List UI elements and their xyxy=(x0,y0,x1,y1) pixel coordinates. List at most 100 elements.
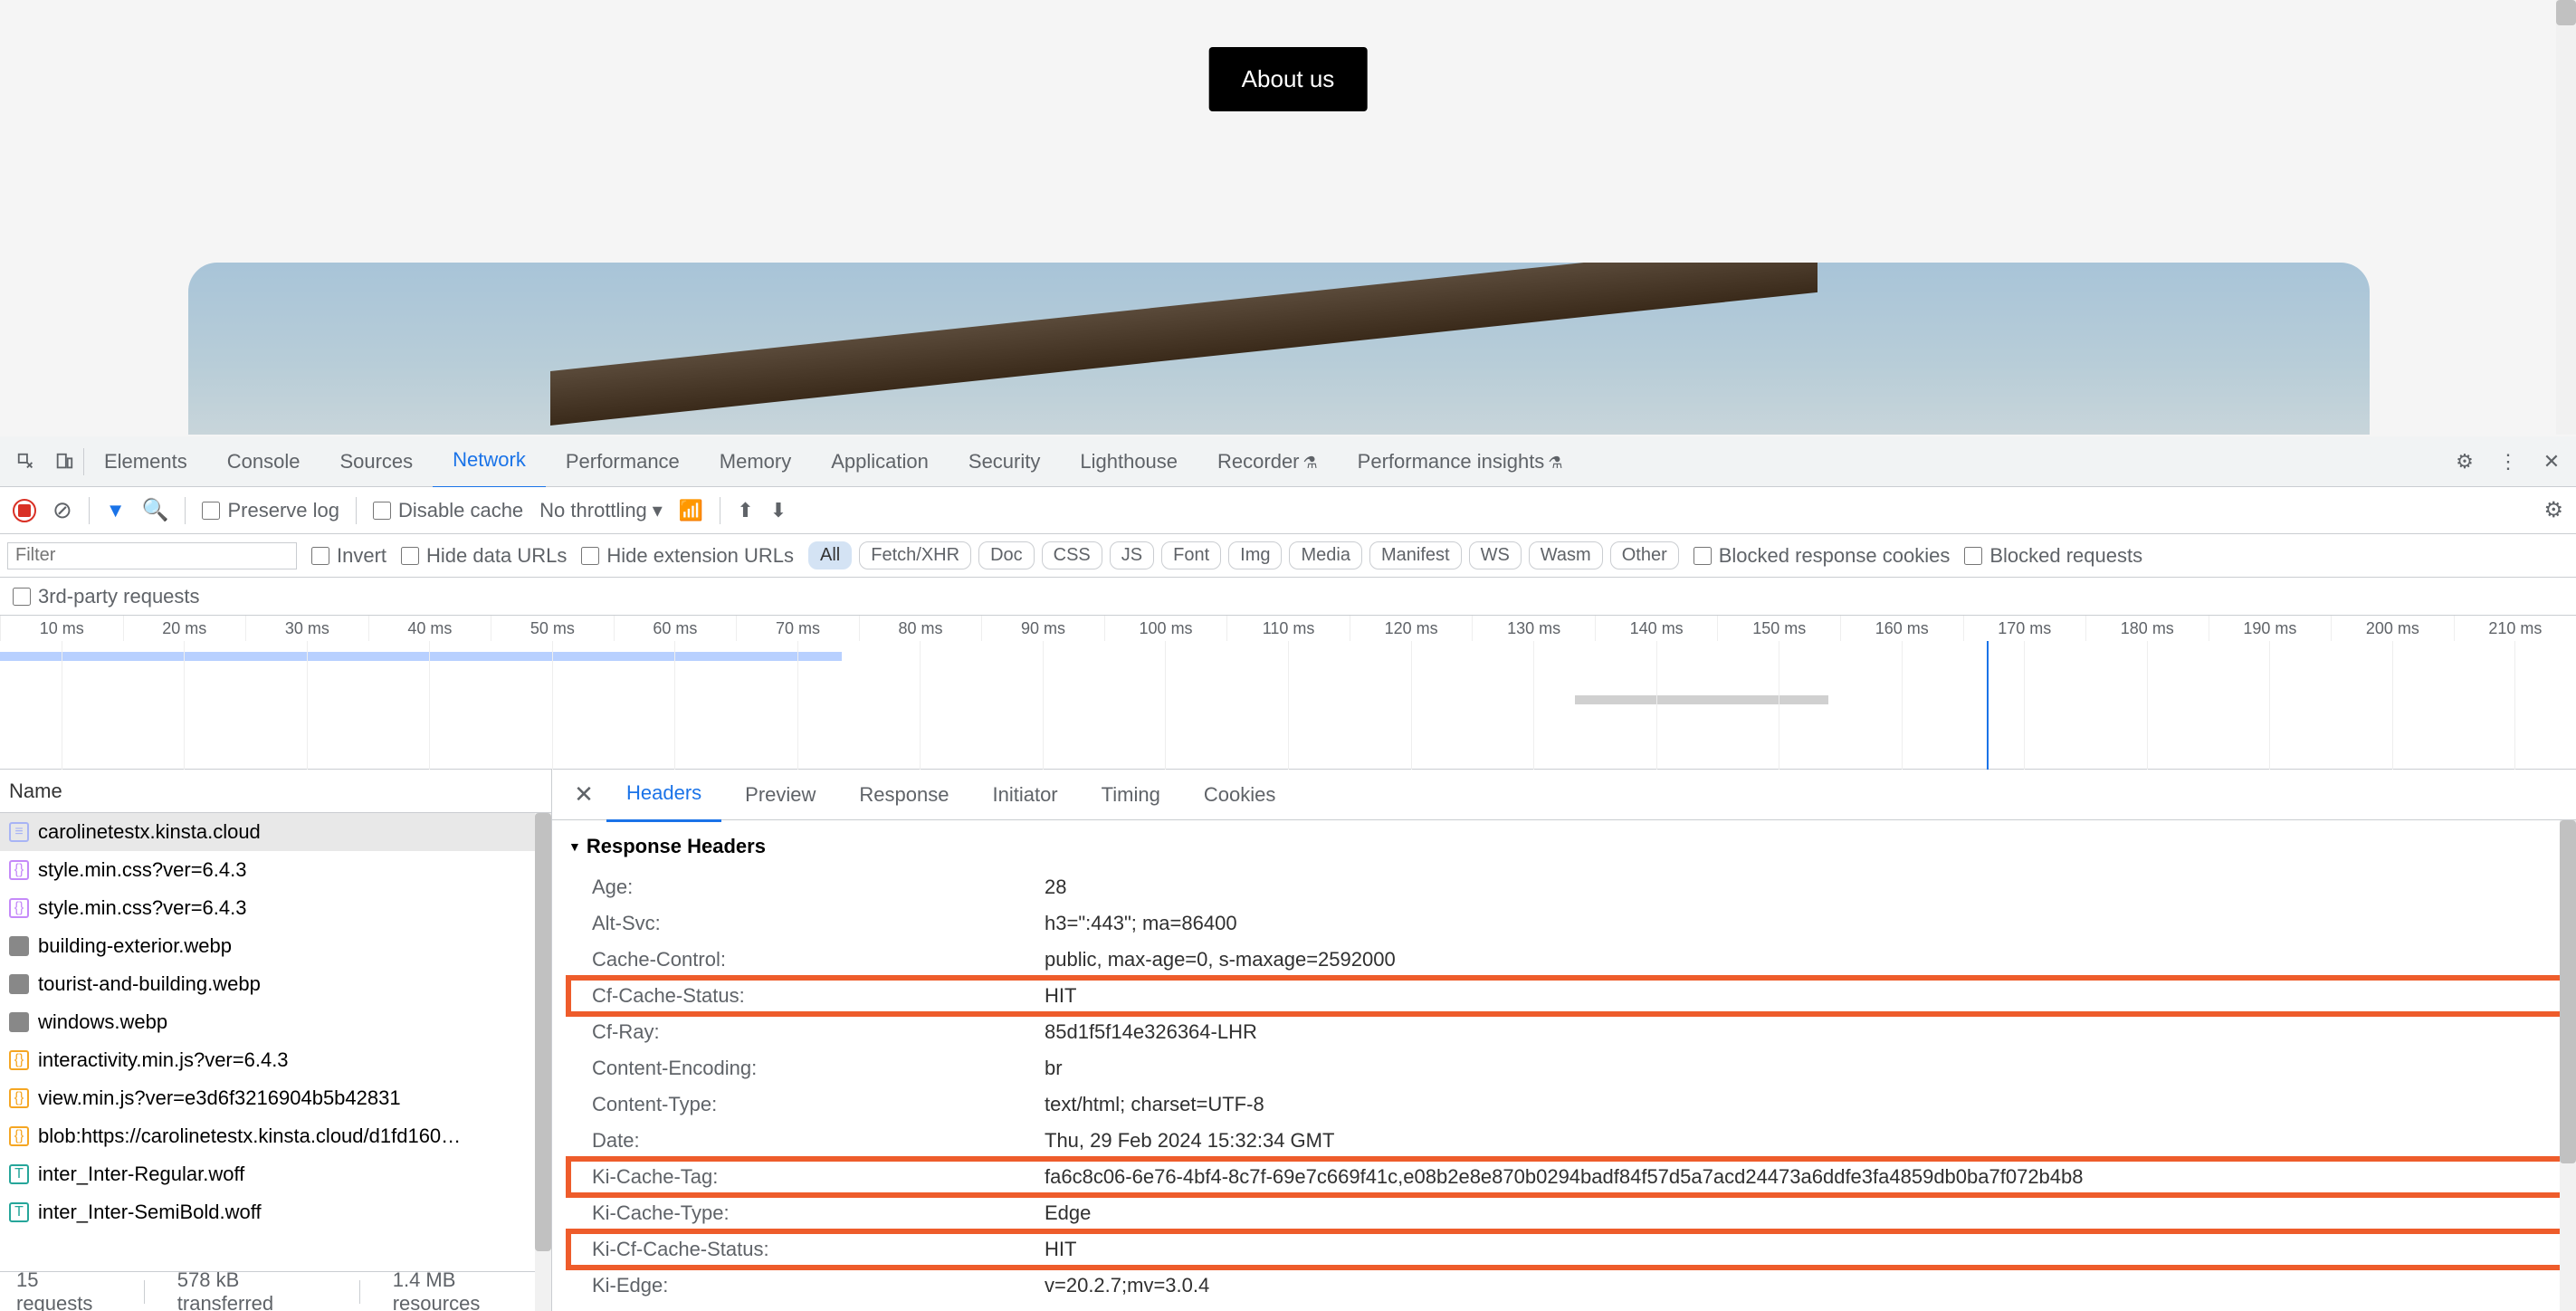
request-row[interactable]: Tinter_Inter-Regular.woff xyxy=(0,1155,551,1193)
header-row: Content-Encoding:br xyxy=(568,1050,2576,1086)
header-value: Edge xyxy=(1045,1201,1091,1225)
about-us-button[interactable]: About us xyxy=(1209,47,1368,111)
header-row: Alt-Svc:h3=":443"; ma=86400 xyxy=(568,905,2576,942)
timeline-bar xyxy=(0,652,842,661)
invert-checkbox[interactable]: Invert xyxy=(311,544,386,568)
request-row[interactable]: {}interactivity.min.js?ver=6.4.3 xyxy=(0,1041,551,1079)
device-icon[interactable] xyxy=(45,443,83,481)
hero-image xyxy=(188,263,2370,435)
tab-performance[interactable]: Performance xyxy=(546,435,700,488)
details-close-icon[interactable]: ✕ xyxy=(565,776,603,814)
throttling-select[interactable]: No throttling ▾ xyxy=(539,499,663,522)
third-party-row: 3rd-party requests xyxy=(0,578,2576,616)
header-key: Ki-Edge: xyxy=(592,1274,1045,1297)
response-headers-section[interactable]: Response Headers xyxy=(568,829,2576,869)
network-settings-icon[interactable]: ⚙ xyxy=(2543,497,2563,523)
request-list-scrollbar[interactable] xyxy=(535,813,551,1311)
type-chip-css[interactable]: CSS xyxy=(1042,541,1102,569)
request-row[interactable]: ≡carolinetestx.kinsta.cloud xyxy=(0,813,551,851)
hide-data-urls-checkbox[interactable]: Hide data URLs xyxy=(401,544,567,568)
tab-initiator[interactable]: Initiator xyxy=(972,770,1077,821)
wifi-icon[interactable]: 📶 xyxy=(679,499,703,522)
tab-performance-insights[interactable]: Performance insights⚗ xyxy=(1338,435,1583,488)
type-chip-wasm[interactable]: Wasm xyxy=(1529,541,1603,569)
request-name: tourist-and-building.webp xyxy=(38,972,261,996)
tab-security[interactable]: Security xyxy=(949,435,1060,488)
type-chip-media[interactable]: Media xyxy=(1289,541,1361,569)
header-value: v=20.2.7;mv=3.0.4 xyxy=(1045,1274,1209,1297)
more-icon[interactable]: ⋮ xyxy=(2489,443,2527,481)
filter-input[interactable] xyxy=(7,542,297,569)
details-panel: ✕ Headers Preview Response Initiator Tim… xyxy=(552,770,2576,1311)
close-icon[interactable]: ✕ xyxy=(2533,443,2571,481)
request-row[interactable]: tourist-and-building.webp xyxy=(0,965,551,1003)
header-key: Age: xyxy=(592,876,1045,899)
type-chip-manifest[interactable]: Manifest xyxy=(1369,541,1462,569)
clear-button[interactable]: ⊘ xyxy=(52,496,72,524)
css-icon: {} xyxy=(9,860,29,880)
header-row: Cache-Control:public, max-age=0, s-maxag… xyxy=(568,942,2576,978)
timeline-tick: 60 ms xyxy=(614,616,737,641)
blocked-cookies-checkbox[interactable]: Blocked response cookies xyxy=(1693,544,1951,568)
type-chip-img[interactable]: Img xyxy=(1228,541,1282,569)
type-chip-font[interactable]: Font xyxy=(1161,541,1221,569)
request-row[interactable]: building-exterior.webp xyxy=(0,927,551,965)
request-name: style.min.css?ver=6.4.3 xyxy=(38,858,246,882)
request-row[interactable]: {}style.min.css?ver=6.4.3 xyxy=(0,889,551,927)
request-list-header[interactable]: Name xyxy=(0,770,551,813)
timeline-tick: 190 ms xyxy=(2209,616,2332,641)
timeline-tick: 10 ms xyxy=(0,616,123,641)
upload-icon[interactable]: ⬆ xyxy=(737,499,753,522)
tab-network[interactable]: Network xyxy=(433,434,546,489)
request-row[interactable]: Tinter_Inter-SemiBold.woff xyxy=(0,1193,551,1231)
type-chip-doc[interactable]: Doc xyxy=(978,541,1035,569)
inspect-icon[interactable] xyxy=(7,443,45,481)
type-chip-js[interactable]: JS xyxy=(1110,541,1154,569)
timeline-tick: 120 ms xyxy=(1350,616,1473,641)
record-button[interactable] xyxy=(13,499,36,522)
tab-recorder[interactable]: Recorder⚗ xyxy=(1197,435,1338,488)
search-icon[interactable]: 🔍 xyxy=(142,497,169,523)
font-icon: T xyxy=(9,1164,29,1184)
request-row[interactable]: windows.webp xyxy=(0,1003,551,1041)
timeline[interactable]: 10 ms20 ms30 ms40 ms50 ms60 ms70 ms80 ms… xyxy=(0,616,2576,770)
tab-memory[interactable]: Memory xyxy=(700,435,811,488)
timeline-tick: 30 ms xyxy=(245,616,368,641)
tab-console[interactable]: Console xyxy=(207,435,320,488)
tab-response[interactable]: Response xyxy=(839,770,968,821)
timeline-tick: 200 ms xyxy=(2331,616,2454,641)
disable-cache-checkbox[interactable]: Disable cache xyxy=(373,499,523,522)
blocked-requests-checkbox[interactable]: Blocked requests xyxy=(1964,544,2142,568)
preserve-log-checkbox[interactable]: Preserve log xyxy=(202,499,339,522)
tab-cookies[interactable]: Cookies xyxy=(1184,770,1295,821)
tab-preview[interactable]: Preview xyxy=(725,770,835,821)
third-party-checkbox[interactable] xyxy=(13,588,31,606)
request-row[interactable]: {}view.min.js?ver=e3d6f3216904b5b42831 xyxy=(0,1079,551,1117)
download-icon[interactable]: ⬇ xyxy=(770,499,787,522)
header-row: Age:28 xyxy=(568,869,2576,905)
type-chip-fetchxhr[interactable]: Fetch/XHR xyxy=(859,541,971,569)
filter-icon[interactable]: ▼ xyxy=(106,499,126,522)
request-name: view.min.js?ver=e3d6f3216904b5b42831 xyxy=(38,1086,401,1110)
header-row: Ki-Cache-Tag:fa6c8c06-6e76-4bf4-8c7f-69e… xyxy=(568,1159,2576,1195)
request-row[interactable]: {}blob:https://carolinetestx.kinsta.clou… xyxy=(0,1117,551,1155)
hide-ext-urls-checkbox[interactable]: Hide extension URLs xyxy=(581,544,794,568)
type-chip-ws[interactable]: WS xyxy=(1469,541,1522,569)
details-scrollbar[interactable] xyxy=(2560,820,2576,1311)
page-scrollbar[interactable] xyxy=(2556,0,2576,435)
tab-application[interactable]: Application xyxy=(811,435,949,488)
timeline-tick: 160 ms xyxy=(1840,616,1963,641)
devtools-panel: Elements Console Sources Network Perform… xyxy=(0,436,2576,1311)
settings-icon[interactable]: ⚙ xyxy=(2446,443,2484,481)
header-row: Ki-Cf-Cache-Status:HIT xyxy=(568,1231,2576,1268)
tab-headers[interactable]: Headers xyxy=(606,770,721,822)
tab-sources[interactable]: Sources xyxy=(320,435,433,488)
request-name: windows.webp xyxy=(38,1010,167,1034)
type-chip-other[interactable]: Other xyxy=(1610,541,1679,569)
type-chip-all[interactable]: All xyxy=(808,541,852,569)
tab-timing[interactable]: Timing xyxy=(1082,770,1180,821)
tab-elements[interactable]: Elements xyxy=(84,435,207,488)
header-row: Content-Type:text/html; charset=UTF-8 xyxy=(568,1086,2576,1123)
request-row[interactable]: {} style.min.css?ver=6.4.3 xyxy=(0,851,551,889)
tab-lighthouse[interactable]: Lighthouse xyxy=(1060,435,1197,488)
